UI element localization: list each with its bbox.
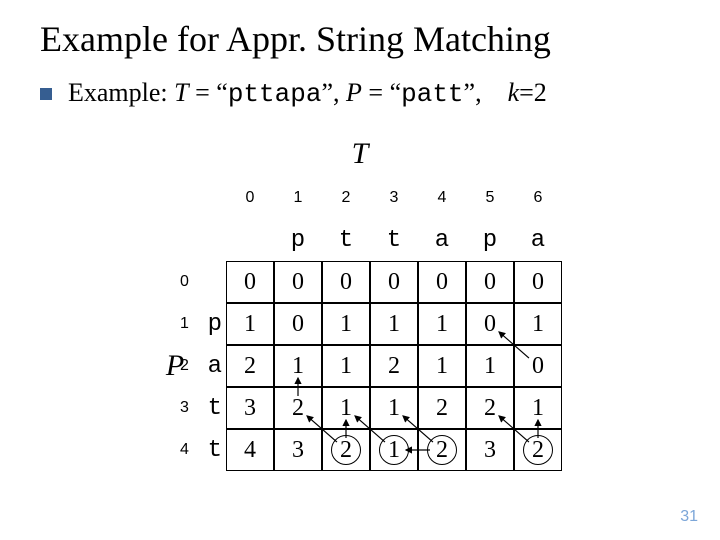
t-letter: a [531, 227, 545, 254]
k-value: 2 [534, 78, 547, 107]
dp-cell: 2 [418, 429, 466, 471]
dp-cell: 1 [322, 345, 370, 387]
t-letter: t [387, 227, 401, 254]
dp-cell: 2 [322, 429, 370, 471]
dp-cell: 1 [274, 345, 322, 387]
p-letter: a [208, 353, 222, 380]
dp-cell: 0 [466, 303, 514, 345]
circled-value: 2 [427, 435, 457, 465]
dp-cell: 3 [274, 429, 322, 471]
col-index: 1 [294, 189, 303, 207]
close-quote: ” [321, 78, 333, 107]
dp-cell: 1 [418, 345, 466, 387]
dp-cell: 0 [466, 261, 514, 303]
col-index: 5 [486, 189, 495, 207]
k-var: k [508, 78, 520, 107]
slide-title: Example for Appr. String Matching [40, 18, 680, 60]
dp-cell: 2 [226, 345, 274, 387]
comma: , [475, 78, 482, 107]
comma: , [333, 78, 340, 107]
p-letter: t [208, 437, 222, 464]
dp-cell: 1 [514, 303, 562, 345]
example-line: Example: T = “pttapa”, P = “patt”, k=2 [40, 78, 680, 109]
dp-cell: 0 [322, 261, 370, 303]
dp-cell: 1 [514, 387, 562, 429]
p-letter: p [208, 311, 222, 338]
dp-cell: 0 [514, 345, 562, 387]
dp-grid: P 0123456pttapa000000001p10111012a211211… [158, 177, 562, 471]
spacer [488, 78, 501, 107]
t-letter: p [291, 227, 305, 254]
dp-cell: 2 [418, 387, 466, 429]
circled-value: 2 [331, 435, 361, 465]
t-letter: p [483, 227, 497, 254]
circled-value: 1 [379, 435, 409, 465]
row-gutter: 4t [192, 429, 226, 471]
dp-cell: 0 [514, 261, 562, 303]
row-index: 0 [180, 273, 189, 291]
row-index: 1 [180, 315, 189, 333]
dp-cell: 4 [226, 429, 274, 471]
dp-cell: 2 [274, 387, 322, 429]
T-value: pttapa [228, 79, 322, 109]
dp-cell: 1 [370, 387, 418, 429]
dp-cell: 2 [370, 345, 418, 387]
dp-cell: 1 [226, 303, 274, 345]
P-value: patt [401, 79, 463, 109]
col-index: 4 [438, 189, 447, 207]
row-index: 3 [180, 399, 189, 417]
row-index: 4 [180, 441, 189, 459]
row-gutter: 1p [192, 303, 226, 345]
dp-cell: 0 [370, 261, 418, 303]
eq: = [368, 78, 383, 107]
dp-cell: 3 [226, 387, 274, 429]
open-quote: “ [390, 78, 402, 107]
dp-cell: 0 [274, 261, 322, 303]
row-gutter: 2a [192, 345, 226, 387]
dp-cell: 0 [418, 261, 466, 303]
dp-cell: 1 [322, 387, 370, 429]
dp-table-wrap: P 0123456pttapa000000001p10111012a211211… [40, 177, 680, 471]
t-letter: t [339, 227, 353, 254]
eq: = [195, 78, 210, 107]
bullet-icon [40, 88, 52, 100]
dp-cell: 1 [370, 303, 418, 345]
t-letter: a [435, 227, 449, 254]
T-axis-label: T [40, 137, 680, 171]
P-var: P [346, 78, 362, 107]
col-index: 6 [534, 189, 543, 207]
dp-cell: 0 [226, 261, 274, 303]
T-var: T [174, 78, 188, 107]
circled-value: 2 [523, 435, 553, 465]
p-letter: t [208, 395, 222, 422]
row-gutter: 3t [192, 387, 226, 429]
slide-number: 31 [680, 508, 698, 526]
dp-cell: 2 [466, 387, 514, 429]
dp-cell: 0 [274, 303, 322, 345]
col-index: 0 [246, 189, 255, 207]
dp-cell: 2 [514, 429, 562, 471]
dp-cell: 1 [370, 429, 418, 471]
row-gutter: 0 [192, 261, 226, 303]
example-text: Example: T = “pttapa”, P = “patt”, k=2 [68, 78, 547, 109]
dp-cell: 1 [466, 345, 514, 387]
col-index: 3 [390, 189, 399, 207]
example-label: Example: [68, 78, 168, 107]
dp-cell: 1 [418, 303, 466, 345]
eq: = [519, 78, 534, 107]
close-quote: ” [464, 78, 476, 107]
dp-cell: 1 [322, 303, 370, 345]
dp-cell: 3 [466, 429, 514, 471]
col-index: 2 [342, 189, 351, 207]
open-quote: “ [216, 78, 228, 107]
row-index: 2 [180, 357, 189, 375]
